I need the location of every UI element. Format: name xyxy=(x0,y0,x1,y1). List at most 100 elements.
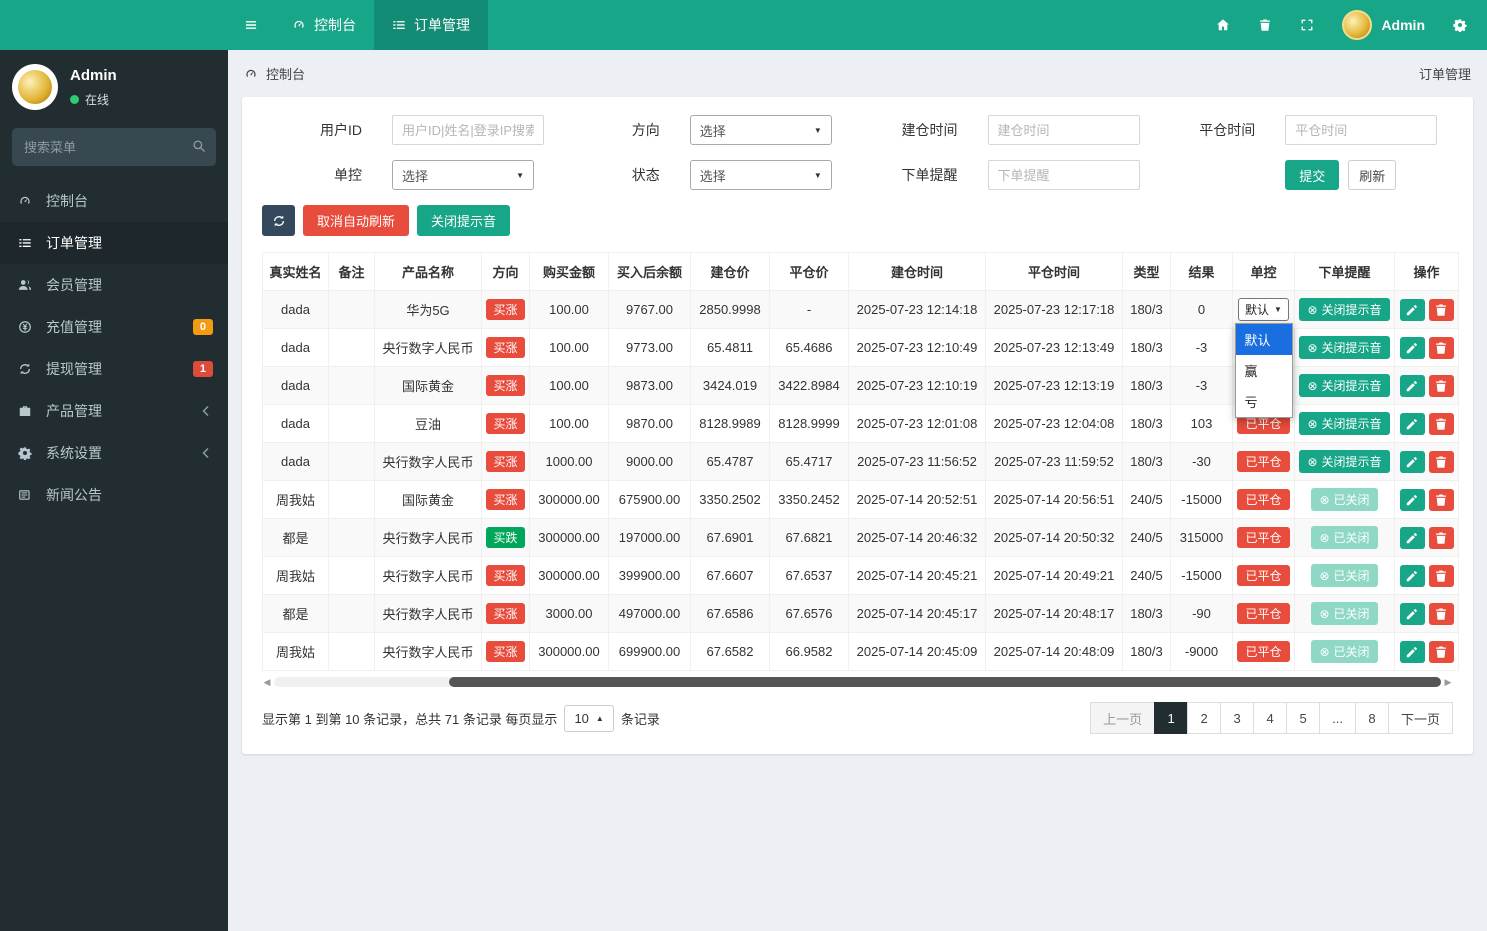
refresh-button[interactable]: 刷新 xyxy=(1348,160,1396,190)
edit-button[interactable] xyxy=(1400,565,1425,587)
nav-tab-console[interactable]: 控制台 xyxy=(274,0,374,50)
reminder-button[interactable]: ⊗已关闭 xyxy=(1311,526,1377,549)
prev-page-button[interactable]: 上一页 xyxy=(1090,702,1155,734)
cell-open_time: 2025-07-23 12:10:19 xyxy=(849,367,986,405)
reminder-input[interactable] xyxy=(988,160,1140,190)
filter-row-2: 单控 选择 ▼ 状态 选择 ▼ 下单提醒 提交 刷新 xyxy=(262,160,1453,190)
status-select[interactable]: 选择 ▼ xyxy=(690,160,832,190)
sidebar-toggle-button[interactable] xyxy=(228,0,274,50)
breadcrumb-console[interactable]: 控制台 xyxy=(244,64,305,83)
pencil-icon xyxy=(1405,341,1419,355)
home-button[interactable] xyxy=(1216,18,1230,32)
scroll-right-arrow[interactable]: ▶ xyxy=(1443,677,1453,688)
delete-button[interactable] xyxy=(1429,337,1454,359)
caret-down-icon: ▼ xyxy=(516,171,524,180)
open-time-input[interactable] xyxy=(988,115,1140,145)
control-option[interactable]: 默认 xyxy=(1236,324,1292,355)
delete-button[interactable] xyxy=(1429,641,1454,663)
search-input[interactable] xyxy=(12,128,216,166)
edit-button[interactable] xyxy=(1400,603,1425,625)
close-time-input[interactable] xyxy=(1285,115,1437,145)
scrollbar-track[interactable] xyxy=(274,677,1441,687)
reminder-button[interactable]: ⊗关闭提示音 xyxy=(1299,374,1389,397)
edit-button[interactable] xyxy=(1400,641,1425,663)
page-button[interactable]: ... xyxy=(1319,702,1356,734)
cell-balance: 9773.00 xyxy=(609,329,691,367)
page-size-select[interactable]: 10 ▲ xyxy=(564,705,613,732)
cell-balance: 675900.00 xyxy=(609,481,691,519)
control-option[interactable]: 亏 xyxy=(1236,386,1292,417)
cell-remark xyxy=(329,443,375,481)
edit-button[interactable] xyxy=(1400,299,1425,321)
sidebar-item-8[interactable]: 新闻公告 xyxy=(0,474,228,516)
orders-panel: 用户ID 方向 选择 ▼ 建仓时间 平仓时间 单控 xyxy=(242,97,1473,754)
edit-button[interactable] xyxy=(1400,413,1425,435)
sidebar-item-4[interactable]: 充值管理0 xyxy=(0,306,228,348)
submit-button[interactable]: 提交 xyxy=(1285,160,1339,190)
sidebar-item-5[interactable]: 提现管理1 xyxy=(0,348,228,390)
sidebar-item-1[interactable]: 控制台 xyxy=(0,180,228,222)
settings-button[interactable] xyxy=(1453,18,1467,32)
reminder-button[interactable]: ⊗关闭提示音 xyxy=(1299,412,1389,435)
nav-tab-orders[interactable]: 订单管理 xyxy=(374,0,488,50)
trash-button[interactable] xyxy=(1258,18,1272,32)
sidebar-item-2[interactable]: 订单管理 xyxy=(0,222,228,264)
scrollbar-thumb[interactable] xyxy=(449,677,1441,687)
cell-open_time: 2025-07-14 20:46:32 xyxy=(849,519,986,557)
edit-button[interactable] xyxy=(1400,527,1425,549)
reminder-button[interactable]: ⊗已关闭 xyxy=(1311,488,1377,511)
control-dropdown: 默认赢亏 xyxy=(1235,323,1293,418)
table-row: 周我姑国际黄金买涨300000.00675900.003350.25023350… xyxy=(263,481,1459,519)
main-content: 控制台 订单管理 用户ID 方向 选择 ▼ 建仓时间 平仓时间 xyxy=(228,50,1487,931)
reminder-button[interactable]: ⊗已关闭 xyxy=(1311,602,1377,625)
scroll-left-arrow[interactable]: ◀ xyxy=(262,677,272,688)
edit-button[interactable] xyxy=(1400,337,1425,359)
edit-button[interactable] xyxy=(1400,451,1425,473)
delete-button[interactable] xyxy=(1429,299,1454,321)
reminder-button[interactable]: ⊗关闭提示音 xyxy=(1299,298,1389,321)
reminder-button[interactable]: ⊗已关闭 xyxy=(1311,640,1377,663)
page-button[interactable]: 5 xyxy=(1286,702,1320,734)
delete-button[interactable] xyxy=(1429,603,1454,625)
reminder-button[interactable]: ⊗关闭提示音 xyxy=(1299,336,1389,359)
cell-balance: 699900.00 xyxy=(609,633,691,671)
delete-button[interactable] xyxy=(1429,375,1454,397)
next-page-button[interactable]: 下一页 xyxy=(1388,702,1453,734)
cell-name: 周我姑 xyxy=(263,481,329,519)
page-button[interactable]: 1 xyxy=(1154,702,1188,734)
sidebar-item-7[interactable]: 系统设置 xyxy=(0,432,228,474)
cancel-auto-refresh-button[interactable]: 取消自动刷新 xyxy=(303,205,409,236)
delete-button[interactable] xyxy=(1429,413,1454,435)
search-button[interactable] xyxy=(192,139,206,153)
control-select[interactable]: 默认▼ xyxy=(1238,298,1289,321)
direction-select[interactable]: 选择 ▼ xyxy=(690,115,832,145)
pencil-icon xyxy=(1405,303,1419,317)
delete-button[interactable] xyxy=(1429,527,1454,549)
cell-balance: 197000.00 xyxy=(609,519,691,557)
orders-table: 真实姓名备注产品名称方向购买金额买入后余额建仓价平仓价建仓时间平仓时间类型结果单… xyxy=(262,252,1459,671)
sidebar-item-3[interactable]: 会员管理 xyxy=(0,264,228,306)
cell-remark xyxy=(329,329,375,367)
user-id-input[interactable] xyxy=(392,115,544,145)
reminder-button[interactable]: ⊗关闭提示音 xyxy=(1299,450,1389,473)
edit-button[interactable] xyxy=(1400,375,1425,397)
page-button[interactable]: 4 xyxy=(1253,702,1287,734)
auto-refresh-button[interactable] xyxy=(262,205,295,236)
fullscreen-button[interactable] xyxy=(1300,18,1314,32)
delete-button[interactable] xyxy=(1429,451,1454,473)
mute-alerts-button[interactable]: 关闭提示音 xyxy=(417,205,510,236)
control-option[interactable]: 赢 xyxy=(1236,355,1292,386)
user-menu[interactable]: Admin xyxy=(1342,10,1425,40)
cell-actions xyxy=(1395,481,1459,519)
delete-button[interactable] xyxy=(1429,565,1454,587)
page-button[interactable]: 8 xyxy=(1355,702,1389,734)
edit-button[interactable] xyxy=(1400,489,1425,511)
column-header: 买入后余额 xyxy=(609,253,691,291)
reminder-button[interactable]: ⊗已关闭 xyxy=(1311,564,1377,587)
delete-button[interactable] xyxy=(1429,489,1454,511)
cell-actions xyxy=(1395,557,1459,595)
page-button[interactable]: 3 xyxy=(1220,702,1254,734)
page-button[interactable]: 2 xyxy=(1187,702,1221,734)
control-filter-select[interactable]: 选择 ▼ xyxy=(392,160,534,190)
sidebar-item-6[interactable]: 产品管理 xyxy=(0,390,228,432)
